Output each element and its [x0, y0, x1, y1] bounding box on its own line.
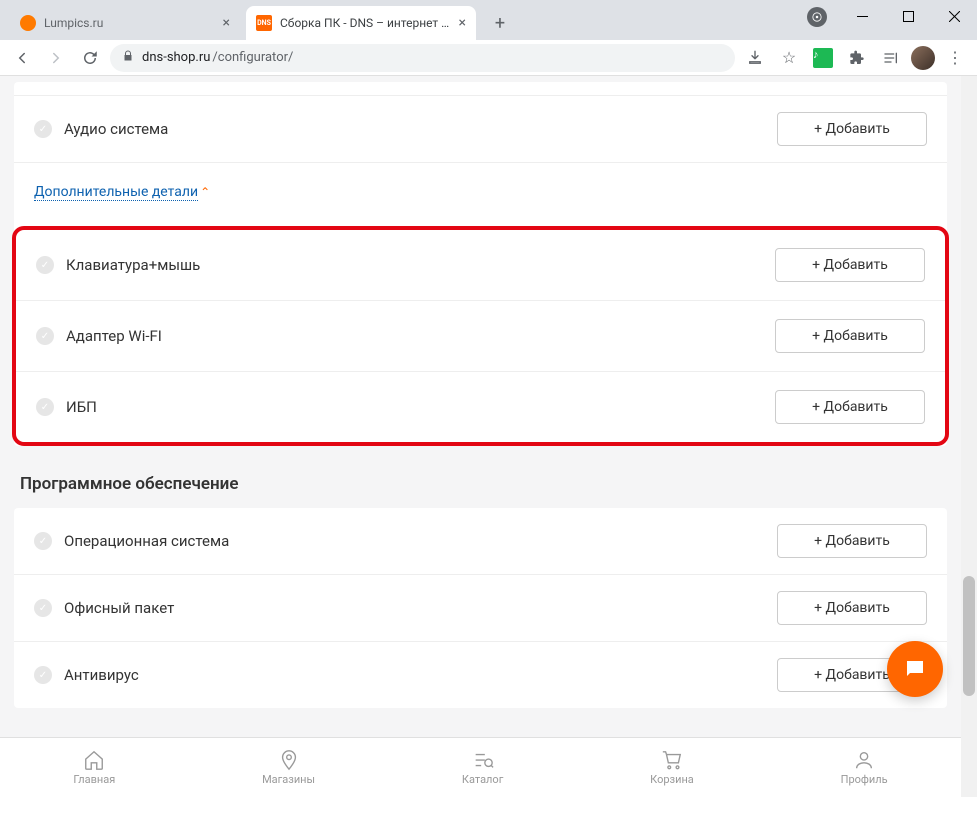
check-circle-icon: ✓ [36, 256, 54, 274]
browser-toolbar: dns-shop.ru/configurator/ ☆ ♪ ⋮ [0, 40, 977, 76]
kebab-menu-icon[interactable]: ⋮ [941, 44, 969, 72]
bottom-nav-stores[interactable]: Магазины [262, 749, 315, 786]
config-row-audio: ✓ Аудио система + Добавить [14, 96, 947, 163]
row-label: ИБП [66, 398, 97, 416]
install-icon[interactable] [741, 44, 769, 72]
tab-close-icon[interactable]: × [223, 15, 230, 31]
cart-icon [661, 749, 683, 771]
extensions-puzzle-icon[interactable] [843, 44, 871, 72]
url-path: /configurator/ [212, 50, 293, 65]
reload-button[interactable] [76, 44, 104, 72]
maximize-button[interactable] [885, 0, 931, 32]
row-label: Офисный пакет [64, 599, 174, 617]
chrome-profile-badge[interactable] [807, 7, 827, 27]
window-controls [839, 0, 977, 32]
highlighted-rows-box: ✓ Клавиатура+мышь + Добавить ✓ Адаптер W… [12, 226, 949, 446]
config-row-keyboard-mouse: ✓ Клавиатура+мышь + Добавить [16, 230, 945, 301]
add-button-audio[interactable]: + Добавить [777, 112, 927, 146]
profile-avatar[interactable] [911, 46, 935, 70]
bottom-nav-label: Главная [73, 773, 115, 786]
software-section: ✓ Операционная система + Добавить ✓ Офис… [14, 508, 947, 708]
check-circle-icon: ✓ [36, 327, 54, 345]
row-label: Аудио система [64, 120, 168, 138]
chevron-up-icon: ⌃ [200, 185, 210, 199]
chat-fab-button[interactable] [887, 641, 943, 697]
scrollbar-track[interactable] [961, 76, 977, 797]
bottom-nav-label: Профиль [841, 773, 888, 786]
favicon-dns: DNS [256, 15, 272, 31]
row-label: Операционная система [64, 532, 229, 550]
extension-music-icon[interactable]: ♪ [809, 44, 837, 72]
check-circle-icon: ✓ [34, 599, 52, 617]
config-row-antivirus: ✓ Антивирус + Добавить [14, 642, 947, 708]
page-viewport: ✓ Аудио система + Добавить Дополнительны… [0, 76, 961, 797]
row-label: Адаптер Wi-FI [66, 327, 162, 345]
lock-icon [122, 50, 134, 65]
config-row-ups: ✓ ИБП + Добавить [16, 372, 945, 442]
favicon-lumpics [20, 15, 36, 31]
bottom-nav-home[interactable]: Главная [73, 749, 115, 786]
bottom-nav-label: Каталог [462, 773, 503, 786]
check-circle-icon: ✓ [36, 398, 54, 416]
scrollbar-thumb[interactable] [963, 576, 975, 696]
address-bar[interactable]: dns-shop.ru/configurator/ [110, 44, 735, 72]
software-section-title: Программное обеспечение [14, 446, 947, 508]
bottom-navigation: Главная Магазины Каталог Корзина Профиль [0, 737, 961, 797]
browser-tab-inactive[interactable]: Lumpics.ru × [10, 6, 240, 40]
tab-title: Сборка ПК - DNS – интернет ма [280, 16, 453, 30]
url-host: dns-shop.ru [142, 50, 210, 65]
new-tab-button[interactable]: + [486, 9, 514, 37]
additional-details-link[interactable]: Дополнительные детали [34, 184, 198, 201]
tab-title: Lumpics.ru [44, 16, 217, 30]
browser-tab-active[interactable]: DNS Сборка ПК - DNS – интернет ма × [246, 6, 476, 40]
back-button[interactable] [8, 44, 36, 72]
config-row-office: ✓ Офисный пакет + Добавить [14, 575, 947, 642]
bottom-nav-catalog[interactable]: Каталог [462, 749, 503, 786]
browser-titlebar: Lumpics.ru × DNS Сборка ПК - DNS – интер… [0, 0, 977, 40]
add-button-os[interactable]: + Добавить [777, 524, 927, 558]
pin-icon [278, 749, 300, 771]
additional-details-toggle[interactable]: Дополнительные детали⌃ [14, 163, 947, 226]
browser-window: Lumpics.ru × DNS Сборка ПК - DNS – интер… [0, 0, 977, 815]
profile-icon [853, 749, 875, 771]
home-icon [83, 749, 105, 771]
check-circle-icon: ✓ [34, 532, 52, 550]
chat-icon [903, 657, 927, 681]
close-button[interactable] [931, 0, 977, 32]
config-row-os: ✓ Операционная система + Добавить [14, 508, 947, 575]
config-row-wifi-adapter: ✓ Адаптер Wi-FI + Добавить [16, 301, 945, 372]
row-label: Клавиатура+мышь [66, 256, 200, 274]
bottom-nav-label: Магазины [262, 773, 315, 786]
tab-close-icon[interactable]: × [459, 15, 466, 31]
add-button-office[interactable]: + Добавить [777, 591, 927, 625]
catalog-icon [472, 749, 494, 771]
add-button-keyboard-mouse[interactable]: + Добавить [775, 248, 925, 282]
bottom-nav-profile[interactable]: Профиль [841, 749, 888, 786]
add-button-ups[interactable]: + Добавить [775, 390, 925, 424]
minimize-button[interactable] [839, 0, 885, 32]
reading-list-icon[interactable] [877, 44, 905, 72]
check-circle-icon: ✓ [34, 120, 52, 138]
forward-button[interactable] [42, 44, 70, 72]
bottom-nav-cart[interactable]: Корзина [650, 749, 694, 786]
window-bottom-strip [0, 797, 977, 815]
peripherals-section: ✓ Аудио система + Добавить Дополнительны… [14, 82, 947, 446]
row-label: Антивирус [64, 666, 139, 684]
add-button-wifi-adapter[interactable]: + Добавить [775, 319, 925, 353]
bookmark-star-icon[interactable]: ☆ [775, 44, 803, 72]
bottom-nav-label: Корзина [650, 773, 694, 786]
check-circle-icon: ✓ [34, 666, 52, 684]
